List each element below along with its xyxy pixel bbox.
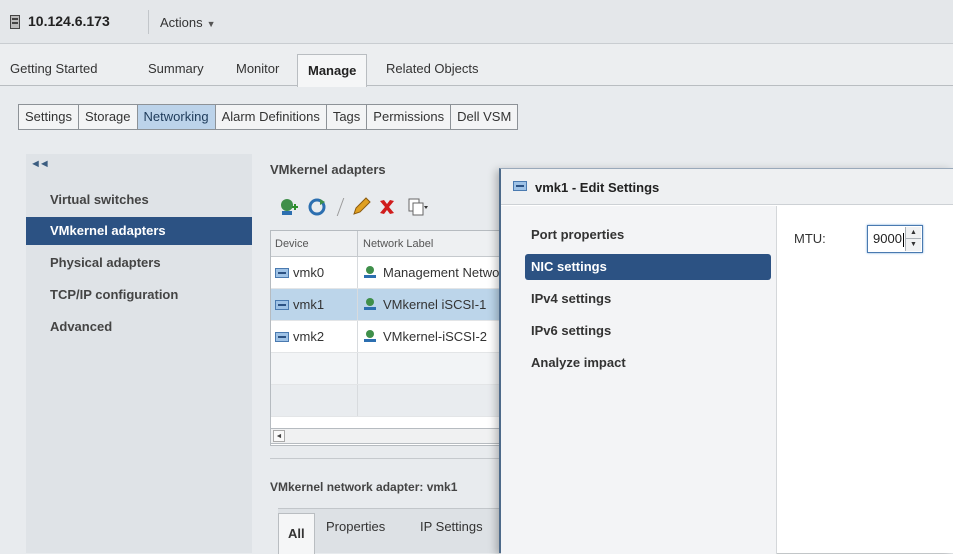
tab-monitor[interactable]: Monitor: [236, 61, 279, 76]
table-row[interactable]: vmk2 VMkernel-iSCSI-2: [271, 321, 501, 353]
vmkernel-adapters-panel: VMkernel adapters Device Network Label v…: [262, 154, 502, 554]
dialog-header[interactable]: vmk1 - Edit Settings: [501, 169, 953, 205]
column-divider: [357, 321, 358, 352]
chevron-down-icon: ▼: [206, 19, 216, 29]
dialog-nav-port-properties[interactable]: Port properties: [525, 222, 771, 248]
nav-item-physical-adapters[interactable]: Physical adapters: [26, 249, 252, 277]
main-tab-bar: Getting Started Summary Monitor Manage R…: [0, 44, 953, 87]
adapter-toolbar: [278, 196, 518, 218]
empty-row: [271, 385, 501, 417]
mtu-stepper[interactable]: ▲ ▼: [905, 227, 921, 251]
subtab-dell-vsm[interactable]: Dell VSM: [451, 104, 519, 130]
column-divider: [357, 385, 358, 416]
row-device: vmk2: [293, 329, 325, 344]
table-header: Device Network Label: [271, 231, 501, 257]
column-divider: [357, 353, 358, 384]
subtab-alarm-definitions[interactable]: Alarm Definitions: [215, 104, 327, 130]
edit-icon[interactable]: [350, 196, 372, 218]
refresh-icon[interactable]: [306, 196, 328, 218]
tab-getting-started[interactable]: Getting Started: [10, 61, 97, 76]
dialog-nav-ipv4-settings[interactable]: IPv4 settings: [525, 286, 771, 312]
row-network-label: Management Network: [383, 265, 502, 280]
subtab-tags[interactable]: Tags: [326, 104, 368, 130]
column-divider: [357, 289, 358, 320]
row-network-label: VMkernel-iSCSI-2: [383, 329, 488, 344]
sub-tab-bar: Settings Storage Networking Alarm Defini…: [18, 104, 519, 130]
section-title: VMkernel adapters: [270, 162, 386, 177]
vmkernel-adapter-icon: [275, 268, 289, 278]
subtab-networking[interactable]: Networking: [137, 104, 216, 130]
mtu-input[interactable]: 9000 ▲ ▼: [867, 225, 923, 253]
text-cursor: [902, 232, 904, 247]
column-divider: [357, 257, 358, 288]
nav-item-virtual-switches[interactable]: Virtual switches: [26, 186, 252, 214]
mtu-value: 9000: [873, 231, 902, 246]
host-icon: [10, 15, 20, 29]
title-separator: [148, 10, 149, 34]
scroll-left-icon[interactable]: ◄: [273, 430, 285, 442]
horizontal-scrollbar[interactable]: ◄: [270, 428, 502, 444]
object-title-bar: 10.124.6.173 Actions ▼: [0, 0, 953, 44]
row-device: vmk0: [293, 265, 325, 280]
network-icon: [364, 298, 376, 310]
mtu-label: MTU:: [794, 231, 826, 246]
column-header-network-label[interactable]: Network Label: [363, 238, 433, 250]
stepper-down-icon[interactable]: ▼: [906, 239, 921, 251]
tab-manage[interactable]: Manage: [297, 54, 368, 87]
empty-row: [271, 353, 501, 385]
edit-settings-dialog: vmk1 - Edit Settings Port properties NIC…: [499, 168, 953, 554]
row-network-label: VMkernel iSCSI-1: [383, 297, 487, 312]
vmkernel-adapter-icon: [275, 332, 289, 342]
actions-label: Actions: [160, 15, 203, 30]
detail-tab-ip-settings[interactable]: IP Settings: [420, 519, 483, 534]
tab-summary[interactable]: Summary: [148, 61, 204, 76]
nav-item-tcpip-configuration[interactable]: TCP/IP configuration: [26, 281, 252, 309]
vmkernel-adapter-icon: [275, 300, 289, 310]
column-header-device[interactable]: Device: [275, 238, 309, 250]
dialog-nav-analyze-impact[interactable]: Analyze impact: [525, 350, 771, 376]
delete-icon[interactable]: [376, 196, 398, 218]
toolbar-separator: [336, 198, 345, 216]
subtab-permissions[interactable]: Permissions: [367, 104, 452, 130]
table-row[interactable]: vmk1 VMkernel iSCSI-1: [271, 289, 501, 321]
nav-item-vmkernel-adapters[interactable]: VMkernel adapters: [26, 217, 252, 245]
actions-menu-button[interactable]: Actions ▼: [160, 15, 216, 30]
networking-nav: ◄◄ Virtual switches VMkernel adapters Ph…: [26, 154, 252, 553]
detail-title: VMkernel network adapter: vmk1: [270, 480, 458, 494]
row-device: vmk1: [293, 297, 325, 312]
nav-item-advanced[interactable]: Advanced: [26, 313, 252, 341]
dialog-nav: Port properties NIC settings IPv4 settin…: [501, 206, 777, 554]
subtab-storage[interactable]: Storage: [78, 104, 138, 130]
network-icon: [364, 266, 376, 278]
panel-divider: [270, 458, 502, 459]
table-row[interactable]: vmk0 Management Network: [271, 257, 501, 289]
dialog-title: vmk1 - Edit Settings: [535, 180, 660, 195]
collapse-icon[interactable]: ◄◄: [30, 158, 50, 170]
detail-tab-properties[interactable]: Properties: [326, 519, 385, 534]
network-icon: [364, 330, 376, 342]
column-divider: [357, 231, 358, 256]
dialog-nav-nic-settings[interactable]: NIC settings: [525, 254, 771, 280]
tab-related-objects[interactable]: Related Objects: [386, 61, 479, 76]
vmkernel-adapter-icon: [513, 181, 527, 191]
vmkernel-adapters-table: Device Network Label vmk0 Management Net…: [270, 230, 502, 446]
dialog-nav-ipv6-settings[interactable]: IPv6 settings: [525, 318, 771, 344]
host-name: 10.124.6.173: [28, 13, 110, 29]
detail-tab-all[interactable]: All: [278, 513, 315, 554]
copy-settings-icon[interactable]: [406, 196, 428, 218]
subtab-settings[interactable]: Settings: [18, 104, 79, 130]
add-adapter-icon[interactable]: [278, 196, 300, 218]
detail-tab-bar: All Properties IP Settings: [278, 508, 502, 554]
stepper-up-icon[interactable]: ▲: [906, 227, 921, 239]
